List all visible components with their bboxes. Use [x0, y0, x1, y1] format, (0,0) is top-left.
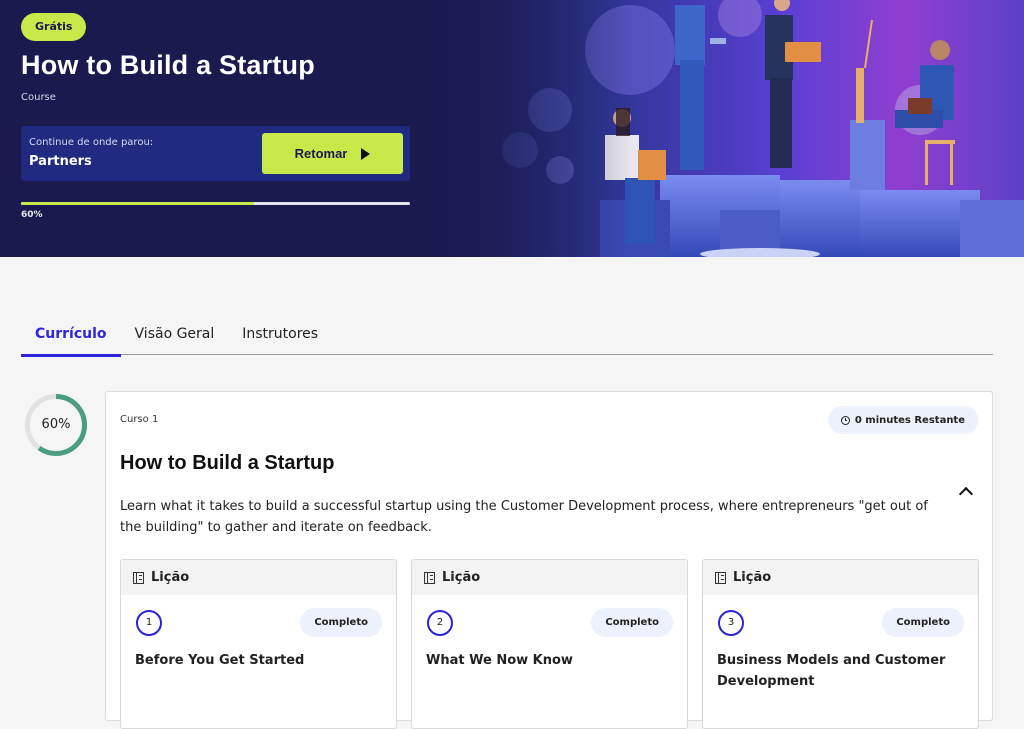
lesson-header: Lição	[703, 560, 978, 595]
resume-button[interactable]: Retomar	[262, 133, 403, 174]
lesson-title[interactable]: What We Now Know	[426, 650, 666, 671]
lesson-card[interactable]: Lição 2 Completo What We Now Know	[411, 559, 688, 729]
course-card: Curso 1 0 minutes Restante How to Build …	[105, 391, 993, 729]
lesson-number: 3	[718, 610, 744, 636]
chevron-up-icon[interactable]	[958, 484, 974, 500]
lesson-header: Lição	[121, 560, 396, 595]
lesson-type: Lição	[151, 570, 190, 585]
book-icon	[715, 571, 726, 584]
tab-visao-geral[interactable]: Visão Geral	[121, 318, 229, 355]
tab-instrutores[interactable]: Instrutores	[228, 318, 332, 355]
lesson-header: Lição	[412, 560, 687, 595]
resume-panel: Continue de onde parou: Partners Retomar	[21, 126, 410, 181]
time-remaining-text: 0 minutes Restante	[854, 414, 965, 426]
lesson-number: 1	[136, 610, 162, 636]
lesson-title[interactable]: Business Models and Customer Development	[717, 650, 957, 692]
resume-button-label: Retomar	[294, 146, 348, 161]
lesson-type: Lição	[442, 570, 481, 585]
course-description: Learn what it takes to build a successfu…	[120, 499, 928, 535]
play-icon	[361, 147, 371, 160]
course-number: Curso 1	[120, 414, 159, 425]
clock-icon	[840, 415, 850, 425]
lesson-status-badge: Completo	[300, 608, 382, 637]
lesson-card[interactable]: Lição 3 Completo Business Models and Cus…	[702, 559, 979, 729]
book-icon	[133, 571, 144, 584]
hero-illustration	[420, 0, 1024, 257]
tab-curriculo[interactable]: Currículo	[21, 318, 121, 357]
progress-ring-label: 60%	[41, 417, 71, 432]
course-card-title: How to Build a Startup	[120, 452, 335, 474]
free-badge: Grátis	[21, 13, 87, 41]
lesson-status-badge: Completo	[882, 608, 964, 637]
lesson-number: 2	[427, 610, 453, 636]
course-tabs: Currículo Visão Geral Instrutores	[21, 318, 993, 357]
course-hero: Grátis How to Build a Startup Course Con…	[0, 0, 1024, 257]
course-progress-bar	[21, 202, 410, 205]
resume-label: Continue de onde parou:	[29, 137, 154, 148]
course-type-label: Course	[21, 92, 56, 103]
time-remaining-badge: 0 minutes Restante	[827, 406, 978, 434]
resume-lesson-name: Partners	[29, 154, 92, 169]
course-title: How to Build a Startup	[21, 50, 315, 80]
course-progress-label: 60%	[21, 210, 43, 220]
lesson-title[interactable]: Before You Get Started	[135, 650, 375, 671]
illustration-scene	[420, 0, 1024, 257]
lesson-card[interactable]: Lição 1 Completo Before You Get Started	[120, 559, 397, 729]
book-icon	[424, 571, 435, 584]
lesson-status-badge: Completo	[591, 608, 673, 637]
lesson-type: Lição	[733, 570, 772, 585]
course-progress-fill	[21, 202, 255, 205]
